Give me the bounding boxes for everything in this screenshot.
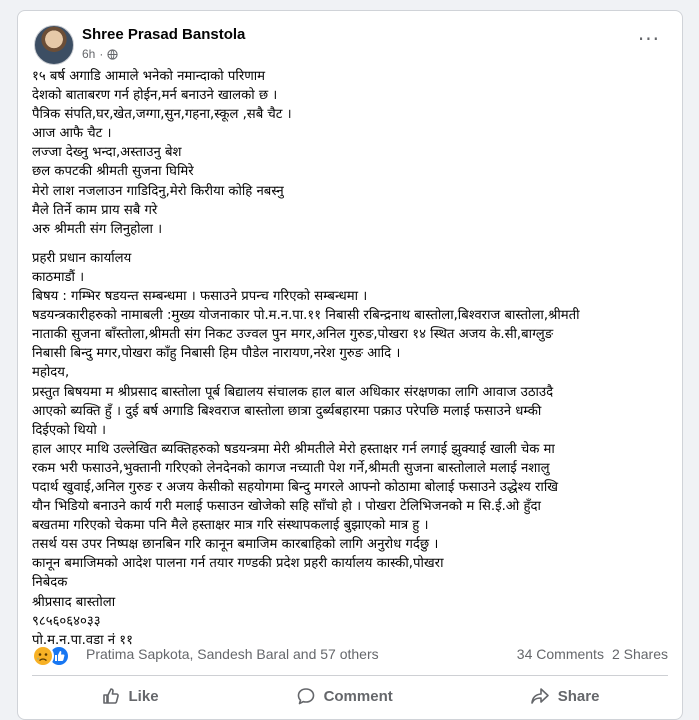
- post-text-line: प्रस्तुत बिषयमा म श्रीप्रसाद बास्तोला पू…: [32, 384, 554, 400]
- post-text-line: दिईएको थियो ।: [32, 422, 107, 438]
- comment-button[interactable]: Comment: [276, 680, 413, 712]
- post-text-line: देशको बाताबरण गर्न होईन,मर्न बनाउने खालक…: [32, 88, 278, 104]
- post-text-line: निबेदक: [32, 575, 68, 591]
- post-meta: 6h ·: [82, 47, 118, 61]
- post-actions: Like Comment Share: [32, 679, 668, 713]
- comments-count[interactable]: 34 Comments: [517, 646, 604, 662]
- post-text-line: आज आफै चैट ।: [32, 126, 112, 142]
- post-text-line: षडयन्त्रकारीहरुको नामाबली :मुख्य योजनाका…: [32, 308, 580, 324]
- post-text-line: बखतमा गरिएको चेकमा पनि मैले हस्ताक्षर मा…: [32, 518, 429, 534]
- shares-count[interactable]: 2 Shares: [612, 646, 668, 662]
- post-text-line: पदार्थ खुवाई,अनिल गुरुङ र अजय केसीको सहय…: [32, 479, 559, 495]
- post-text-line: बिषय : गम्भिर षडयन्त सम्बन्धमा । फसाउने …: [32, 289, 368, 305]
- post-text-line: यौन भिडियो बनाउने कार्य गरी मलाई फसाउन ख…: [32, 499, 541, 515]
- post-body: १५ बर्ष अगाडि आमाले भनेको नमान्दाको परिण…: [32, 67, 672, 650]
- thumbs-up-icon: [102, 688, 119, 704]
- post-text-line: लज्जा देख्नु भन्दा,अस्ताउनु बेश: [32, 145, 182, 161]
- post-text-line: नाताकी सुजना बाँस्तोला,श्रीमती संग निकट …: [32, 327, 554, 343]
- post-text-line: १५ बर्ष अगाडि आमाले भनेको नमान्दाको परिण…: [32, 69, 266, 84]
- post-text-line: महोदय,: [32, 365, 70, 381]
- post-text-line: कानून बमाजिमको आदेश पालना गर्न तयार गण्ड…: [32, 556, 444, 572]
- share-arrow-icon: [530, 688, 549, 704]
- post-text-line: ९८५६०६४०३३: [32, 613, 101, 629]
- reactors-list[interactable]: Pratima Sapkota, Sandesh Baral and 57 ot…: [86, 646, 379, 662]
- actions-divider: [32, 675, 668, 676]
- post-text-line: तसर्थ यस उपर निष्पक्ष छानबिन गरि कानून ब…: [32, 537, 439, 553]
- post-text-line: पैत्रिक संपति,घर,खेत,जग्गा,सुन,गहना,स्कू…: [32, 107, 292, 123]
- comment-icon: [297, 688, 314, 705]
- meta-separator: ·: [99, 47, 104, 61]
- reaction-icons[interactable]: [32, 645, 72, 667]
- reactions-bar: Pratima Sapkota, Sandesh Baral and 57 ot…: [32, 644, 668, 667]
- like-label: Like: [128, 687, 159, 705]
- globe-icon[interactable]: [107, 48, 118, 60]
- post-header: Shree Prasad Banstola 6h · ···: [32, 23, 668, 69]
- more-options-button[interactable]: ···: [638, 29, 660, 49]
- post-text-line: प्रहरी प्रधान कार्यालय: [32, 250, 132, 266]
- post-text-line: रकम भरी फसाउने,भुक्तानी गरिएको लेनदेनको …: [32, 460, 550, 476]
- post-text-line: हाल आएर माथि उल्लेखित ब्यक्तिहरुको षडयन्…: [32, 441, 555, 457]
- post-text-line: आएको ब्यक्ति हुँ । दुई बर्ष अगाडि बिश्वर…: [32, 403, 542, 419]
- share-button[interactable]: Share: [510, 680, 620, 712]
- comment-label: Comment: [323, 687, 393, 705]
- engagement-counts: 34 Comments 2 Shares: [517, 646, 668, 662]
- post-text-line: मेरो लाश नजलाउन गाडिदिनु,मेरो किरीया कोह…: [32, 183, 284, 199]
- like-button[interactable]: Like: [81, 680, 179, 712]
- post-text-line: अरु श्रीमती संग लिनुहोला ।: [32, 221, 163, 237]
- post-text-line: काठमाडौं ।: [32, 269, 85, 285]
- post-text-line: श्रीप्रसाद बास्तोला: [32, 594, 116, 610]
- post-time[interactable]: 6h: [82, 47, 95, 61]
- post-text-line: छल कपटकी श्रीमती सुजना घिमिरे: [32, 164, 194, 180]
- post-text-line: निबासी बिन्दु मगर,पोखरा काँहु निबासी हिम…: [32, 346, 401, 362]
- author-name[interactable]: Shree Prasad Banstola: [82, 26, 245, 43]
- sad-reaction-icon[interactable]: [32, 645, 54, 667]
- author-avatar[interactable]: [34, 25, 74, 65]
- post-text-line: मैले तिर्ने काम प्राय सबै गरे: [32, 202, 158, 218]
- share-label: Share: [557, 687, 600, 705]
- post-card: Shree Prasad Banstola 6h · ··· १५ बर्ष अ…: [17, 10, 683, 720]
